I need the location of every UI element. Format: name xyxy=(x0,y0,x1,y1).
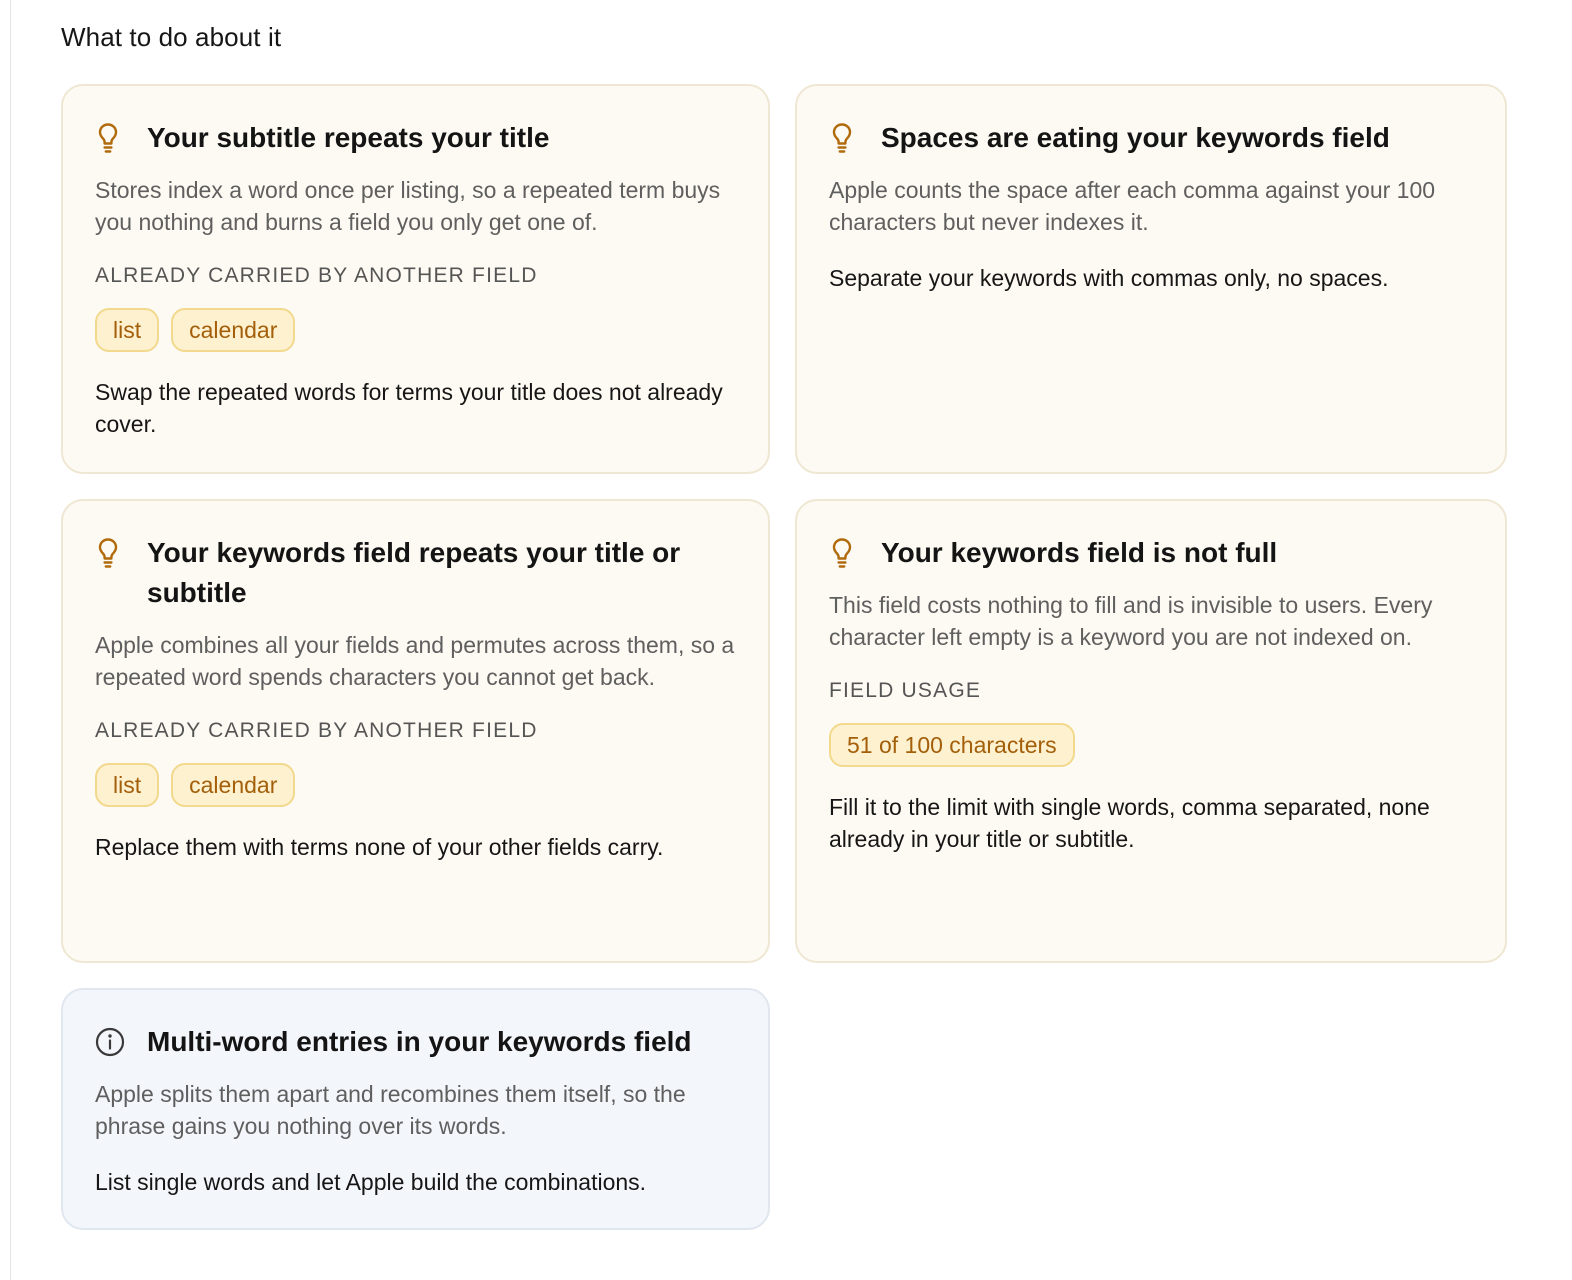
card-action: List single words and let Apple build th… xyxy=(95,1169,647,1195)
keyword-chip: list xyxy=(95,308,160,352)
keyword-chip: calendar xyxy=(171,308,296,352)
card-action: Fill it to the limit with single words, … xyxy=(829,794,1430,852)
card-description: Apple combines all your fields and permu… xyxy=(95,632,735,690)
info-circle-icon xyxy=(95,1022,125,1062)
recommendations-panel: What to do about it Your subtitle repeat… xyxy=(10,0,1572,1280)
chip-list: 51 of 100 characters xyxy=(829,723,1477,767)
lightbulb-icon xyxy=(95,533,125,573)
card-action: Swap the repeated words for terms your t… xyxy=(95,379,723,437)
card-description: Apple splits them apart and recombines t… xyxy=(95,1081,686,1139)
card-eyebrow: FIELD USAGE xyxy=(829,679,982,702)
card-eyebrow: ALREADY CARRIED BY ANOTHER FIELD xyxy=(95,719,538,742)
lightbulb-icon xyxy=(829,533,859,573)
recommendation-card-keywords-not-full: Your keywords field is not full This fie… xyxy=(795,499,1507,963)
lightbulb-icon xyxy=(829,118,859,158)
chip-list: list calendar xyxy=(95,308,740,352)
recommendation-card-keywords-repeat-title: Your keywords field repeats your title o… xyxy=(61,499,770,963)
recommendation-card-subtitle-repeats-title: Your subtitle repeats your title Stores … xyxy=(61,84,770,474)
card-description: This field costs nothing to fill and is … xyxy=(829,592,1433,650)
lightbulb-icon xyxy=(95,118,125,158)
card-description: Stores index a word once per listing, so… xyxy=(95,177,721,235)
keyword-chip: list xyxy=(95,763,160,807)
card-action: Separate your keywords with commas only,… xyxy=(829,265,1389,291)
card-action: Replace them with terms none of your oth… xyxy=(95,834,664,860)
card-title: Spaces are eating your keywords field xyxy=(881,122,1390,153)
section-title: What to do about it xyxy=(61,22,282,52)
card-description: Apple counts the space after each comma … xyxy=(829,177,1436,235)
keyword-chip: calendar xyxy=(171,763,296,807)
chip-list: list calendar xyxy=(95,763,740,807)
card-title: Your subtitle repeats your title xyxy=(147,122,550,153)
card-title: Your keywords field is not full xyxy=(881,537,1278,568)
info-card-multi-word-entries: Multi-word entries in your keywords fiel… xyxy=(61,988,770,1230)
card-title: Multi-word entries in your keywords fiel… xyxy=(147,1026,692,1057)
recommendation-card-spaces-in-keywords: Spaces are eating your keywords field Ap… xyxy=(795,84,1507,474)
card-title: Your keywords field repeats your title o… xyxy=(147,537,681,608)
card-eyebrow: ALREADY CARRIED BY ANOTHER FIELD xyxy=(95,264,538,287)
field-usage-chip: 51 of 100 characters xyxy=(829,723,1075,767)
